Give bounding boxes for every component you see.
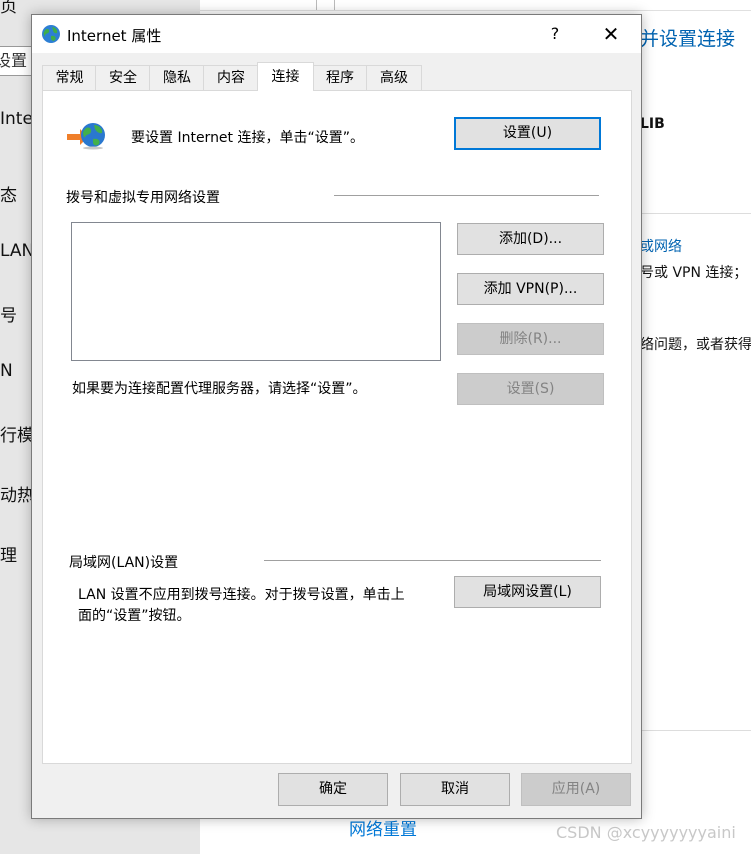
breadcrumb-separator — [334, 0, 335, 10]
sidebar-item-dialup[interactable]: 号 — [0, 301, 17, 326]
network-globe-arrow-icon — [67, 123, 105, 150]
sidebar-item-airplane[interactable]: 行模 — [0, 421, 34, 446]
watermark: CSDN @xcyyyyyyyaini — [556, 823, 736, 842]
connections-panel: 要设置 Internet 连接，单击“设置”。 设置(U) 拨号和虚拟专用网络设… — [42, 90, 632, 764]
breadcrumb-separator — [316, 0, 317, 10]
tab-advanced[interactable]: 高级 — [366, 65, 422, 90]
dialog-titlebar[interactable]: Internet 属性 ? ✕ — [32, 15, 641, 53]
remove-button[interactable]: 删除(R)... — [457, 323, 604, 355]
tab-connections[interactable]: 连接 — [257, 62, 314, 91]
sidebar-item-status[interactable]: 态 — [0, 181, 17, 206]
tab-programs[interactable]: 程序 — [312, 65, 368, 90]
setup-button[interactable]: 设置(U) — [454, 117, 601, 150]
add-button[interactable]: 添加(D)... — [457, 223, 604, 255]
lan-description-line1: LAN 设置不应用到拨号连接。对于拨号设置，单击上 — [78, 587, 405, 603]
setup-description: 要设置 Internet 连接，单击“设置”。 — [131, 130, 364, 146]
group-divider — [264, 560, 601, 561]
search-placeholder: 设置 — [0, 51, 28, 70]
internet-properties-dialog: Internet 属性 ? ✕ 常规 安全 隐私 内容 连接 程序 高级 要设置… — [31, 14, 642, 819]
tab-security[interactable]: 安全 — [95, 65, 151, 90]
sidebar-item-home[interactable]: 页 — [0, 0, 17, 17]
settings-fragment-lib: LIB — [640, 116, 665, 132]
proxy-settings-button[interactable]: 设置(S) — [457, 373, 604, 405]
divider — [640, 213, 751, 214]
sidebar-item-proxy[interactable]: 理 — [0, 541, 17, 566]
proxy-description: 如果要为连接配置代理服务器，请选择“设置”。 — [72, 381, 367, 397]
settings-top-breadcrumb — [200, 0, 751, 11]
dialup-vpn-connection-list[interactable] — [71, 222, 441, 361]
sidebar-item-vpn[interactable]: N — [0, 361, 13, 381]
settings-text-vpn: 号或 VPN 连接； — [640, 265, 748, 281]
apply-button[interactable]: 应用(A) — [521, 773, 631, 806]
globe-icon — [42, 25, 60, 43]
lan-description-line2: 面的“设置”按钮。 — [78, 608, 191, 624]
dialup-group-label: 拨号和虚拟专用网络设置 — [66, 190, 220, 206]
sidebar-item-hotspot[interactable]: 动热 — [0, 481, 34, 506]
close-button[interactable]: ✕ — [591, 19, 631, 49]
dialog-title: Internet 属性 — [67, 27, 162, 45]
add-vpn-button[interactable]: 添加 VPN(P)... — [457, 273, 604, 305]
lan-group-label: 局域网(LAN)设置 — [69, 555, 179, 571]
sidebar-item-wlan[interactable]: LAN — [0, 241, 34, 261]
help-button[interactable]: ? — [535, 19, 575, 49]
tab-general[interactable]: 常规 — [42, 65, 97, 90]
lan-settings-button[interactable]: 局域网设置(L) — [454, 576, 601, 608]
settings-page-heading: 并设置连接 — [640, 28, 736, 50]
settings-text-issue: 络问题，或者获得 — [640, 337, 751, 353]
group-divider — [334, 195, 599, 196]
tab-privacy[interactable]: 隐私 — [149, 65, 205, 90]
cancel-button[interactable]: 取消 — [400, 773, 510, 806]
ok-button[interactable]: 确定 — [278, 773, 388, 806]
settings-link-network[interactable]: 或网络 — [640, 236, 682, 256]
divider — [640, 730, 751, 731]
tab-content[interactable]: 内容 — [203, 65, 259, 90]
